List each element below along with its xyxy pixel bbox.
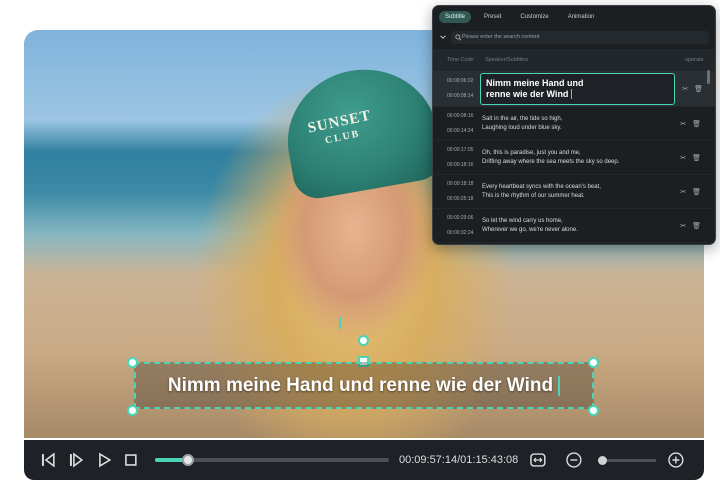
row-time-code: 00:00:08:16 00:00:14:24 — [447, 112, 474, 134]
timeline-scrubber[interactable] — [181, 454, 194, 466]
subtitle-list: 00:00:06:02 00:00:08:14 Nimm meine Hand u… — [433, 71, 715, 243]
resize-handle-bottom-right[interactable] — [588, 405, 599, 416]
row-operations: ✂ 🗑 — [681, 85, 715, 93]
fit-view-button[interactable] — [526, 447, 550, 473]
text-caret — [558, 375, 561, 396]
search-box[interactable] — [451, 30, 709, 44]
row-time-code: 00:00:29:06 00:00:32:24 — [447, 214, 474, 236]
search-input[interactable] — [461, 34, 705, 40]
fit-view-icon — [530, 453, 546, 467]
split-icon[interactable]: ✂ — [680, 120, 686, 128]
tab-subtitle[interactable]: Subtitle — [439, 11, 472, 23]
previous-frame-button[interactable] — [36, 447, 60, 473]
zoom-slider[interactable] — [597, 455, 657, 465]
row-time-code: 00:00:18:18 00:00:25:18 — [447, 180, 474, 202]
subtitle-row[interactable]: 00:00:17:05 00:00:18:16 Oh, this is parad… — [433, 141, 715, 175]
column-operate: operate — [685, 57, 704, 63]
zoom-out-button[interactable] — [562, 447, 586, 473]
panel-tabs: Subtitle Preset Customize Animation — [433, 6, 715, 28]
tab-animation[interactable]: Animation — [562, 11, 601, 23]
row-subtitle-text[interactable]: Nimm meine Hand und renne wie der Wind — [477, 72, 681, 105]
split-icon[interactable]: ✂ — [680, 222, 686, 230]
split-icon[interactable]: ✂ — [680, 154, 686, 162]
stop-button[interactable] — [119, 447, 143, 473]
subtitle-row[interactable]: 00:00:06:02 00:00:08:14 Nimm meine Hand u… — [433, 71, 715, 107]
trash-icon[interactable]: 🗑 — [694, 85, 703, 93]
trash-icon[interactable]: 🗑 — [692, 154, 701, 162]
tab-preset[interactable]: Preset — [478, 11, 507, 23]
row-operations: ✂ 🗑 — [680, 188, 715, 196]
play-button[interactable] — [92, 447, 116, 473]
row-operations: ✂ 🗑 — [680, 222, 715, 230]
rotate-handle[interactable] — [358, 335, 369, 346]
next-frame-button[interactable] — [64, 447, 88, 473]
player-controls: 00:09:57:14/01:15:43:08 — [24, 440, 704, 480]
subtitle-text-box[interactable]: Nimm meine Hand und renne wie der Wind — [134, 362, 594, 409]
previous-frame-icon — [41, 452, 55, 468]
search-row — [433, 28, 715, 46]
next-frame-icon — [69, 452, 83, 468]
resize-handle-top-right[interactable] — [588, 357, 599, 368]
column-time-code: Time Code — [447, 57, 474, 63]
editor-stage: SUNSET CLUB Nimm meine Hand und renne wi… — [0, 0, 720, 490]
row-subtitle-text[interactable]: Salt in the air, the tide so high, Laughi… — [477, 115, 681, 133]
trash-icon[interactable]: 🗑 — [692, 188, 701, 196]
split-icon[interactable]: ✂ — [680, 188, 686, 196]
rotate-handle-line — [339, 317, 341, 329]
subtitle-edit-field[interactable]: Nimm meine Hand und renne wie der Wind — [480, 72, 675, 105]
subtitle-row[interactable]: 00:00:18:18 00:00:25:18 Every heartbeat s… — [433, 175, 715, 209]
chevron-down-icon[interactable] — [439, 33, 447, 41]
row-subtitle-text[interactable]: So let the wind carry us home, Wherever w… — [477, 217, 681, 235]
zoom-slider-knob[interactable] — [597, 455, 607, 465]
playback-timeline[interactable] — [155, 454, 389, 466]
tab-customize[interactable]: Customize — [514, 11, 554, 23]
subtitle-overlay-text[interactable]: Nimm meine Hand und renne wie der Wind — [168, 375, 553, 397]
search-icon — [455, 34, 462, 40]
row-operations: ✂ 🗑 — [680, 120, 715, 128]
zoom-in-icon — [668, 452, 684, 468]
zoom-in-button[interactable] — [664, 447, 688, 473]
subtitle-row[interactable]: 00:00:08:16 00:00:14:24 Salt in the air, … — [433, 107, 715, 141]
row-time-code: 00:00:17:05 00:00:18:16 — [447, 146, 474, 168]
resize-handle-top-left[interactable] — [127, 357, 138, 368]
stop-icon — [125, 454, 137, 466]
subtitle-table-header: Time Code Speaker/Subtitles operate — [433, 49, 715, 71]
panel-scrollbar[interactable] — [707, 70, 710, 84]
row-subtitle-text[interactable]: Oh, this is paradise, just you and me, Dr… — [477, 149, 681, 167]
timecode-display: 00:09:57:14/01:15:43:08 — [398, 454, 519, 466]
row-subtitle-text[interactable]: Every heartbeat syncs with the ocean's b… — [477, 183, 681, 201]
subtitle-row[interactable]: 00:00:29:06 00:00:32:24 So let the wind c… — [433, 209, 715, 243]
zoom-out-icon — [566, 452, 582, 468]
row-time-code: 00:00:06:02 00:00:08:14 — [447, 77, 474, 99]
subtitle-panel: Subtitle Preset Customize Animation Time… — [432, 5, 716, 245]
trash-icon[interactable]: 🗑 — [692, 120, 701, 128]
resize-handle-bottom-left[interactable] — [127, 405, 138, 416]
split-icon[interactable]: ✂ — [682, 85, 688, 93]
trash-icon[interactable]: 🗑 — [692, 222, 701, 230]
play-icon — [98, 452, 111, 468]
row-operations: ✂ 🗑 — [680, 154, 715, 162]
column-speaker-subtitles: Speaker/Subtitles — [485, 57, 529, 63]
